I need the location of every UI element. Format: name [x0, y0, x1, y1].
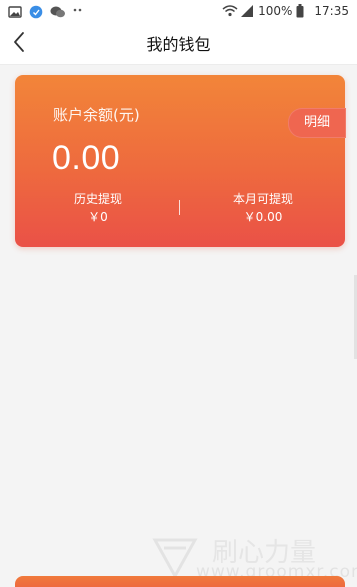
status-bar: 100% 17:35	[0, 0, 357, 26]
history-withdrawal-label: 历史提现	[73, 192, 122, 206]
wifi-icon	[222, 4, 238, 18]
balance-amount: 0.00	[52, 139, 121, 177]
image-icon	[8, 5, 22, 19]
nav-bar: 我的钱包	[0, 26, 357, 65]
history-withdrawal: 历史提现 ￥0	[38, 191, 158, 225]
balance-card: 账户余额(元) 0.00 明细 历史提现 ￥0 本月可提现 ￥0.00	[15, 75, 346, 247]
details-button[interactable]: 明细	[288, 108, 346, 138]
page-title: 我的钱包	[146, 35, 211, 54]
status-left-icons	[8, 5, 85, 19]
battery-percent: 100%	[258, 4, 293, 18]
monthly-withdrawable-label: 本月可提现	[232, 192, 293, 206]
history-withdrawal-value: ￥0	[88, 210, 108, 224]
next-card-edge	[15, 576, 345, 587]
more-dots-icon	[71, 5, 85, 19]
balance-label: 账户余额(元)	[53, 106, 140, 124]
signal-icon	[240, 4, 254, 18]
monthly-withdrawable: 本月可提现 ￥0.00	[203, 191, 323, 225]
chat-icon	[50, 5, 65, 19]
battery-icon	[296, 4, 310, 18]
status-right-icons: 100% 17:35	[222, 4, 349, 18]
clock: 17:35	[314, 4, 349, 18]
stat-divider	[179, 200, 180, 215]
app-bubble-icon	[29, 5, 43, 19]
monthly-withdrawable-value: ￥0.00	[243, 210, 283, 224]
